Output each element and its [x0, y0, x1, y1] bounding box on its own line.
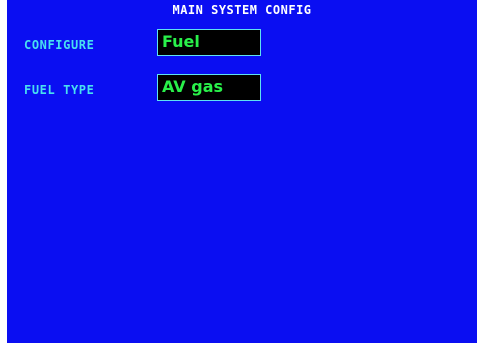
page-title: MAIN SYSTEM CONFIG: [172, 3, 312, 17]
fuel-type-field[interactable]: AV gas: [157, 74, 261, 101]
config-screen: MAIN SYSTEM CONFIG CONFIGURE Fuel FUEL T…: [7, 0, 477, 343]
configure-field[interactable]: Fuel: [157, 29, 261, 56]
configure-label: CONFIGURE: [24, 38, 95, 52]
fuel-type-value: AV gas: [162, 77, 224, 96]
configure-value: Fuel: [162, 32, 200, 51]
fuel-type-label: FUEL TYPE: [24, 83, 95, 97]
